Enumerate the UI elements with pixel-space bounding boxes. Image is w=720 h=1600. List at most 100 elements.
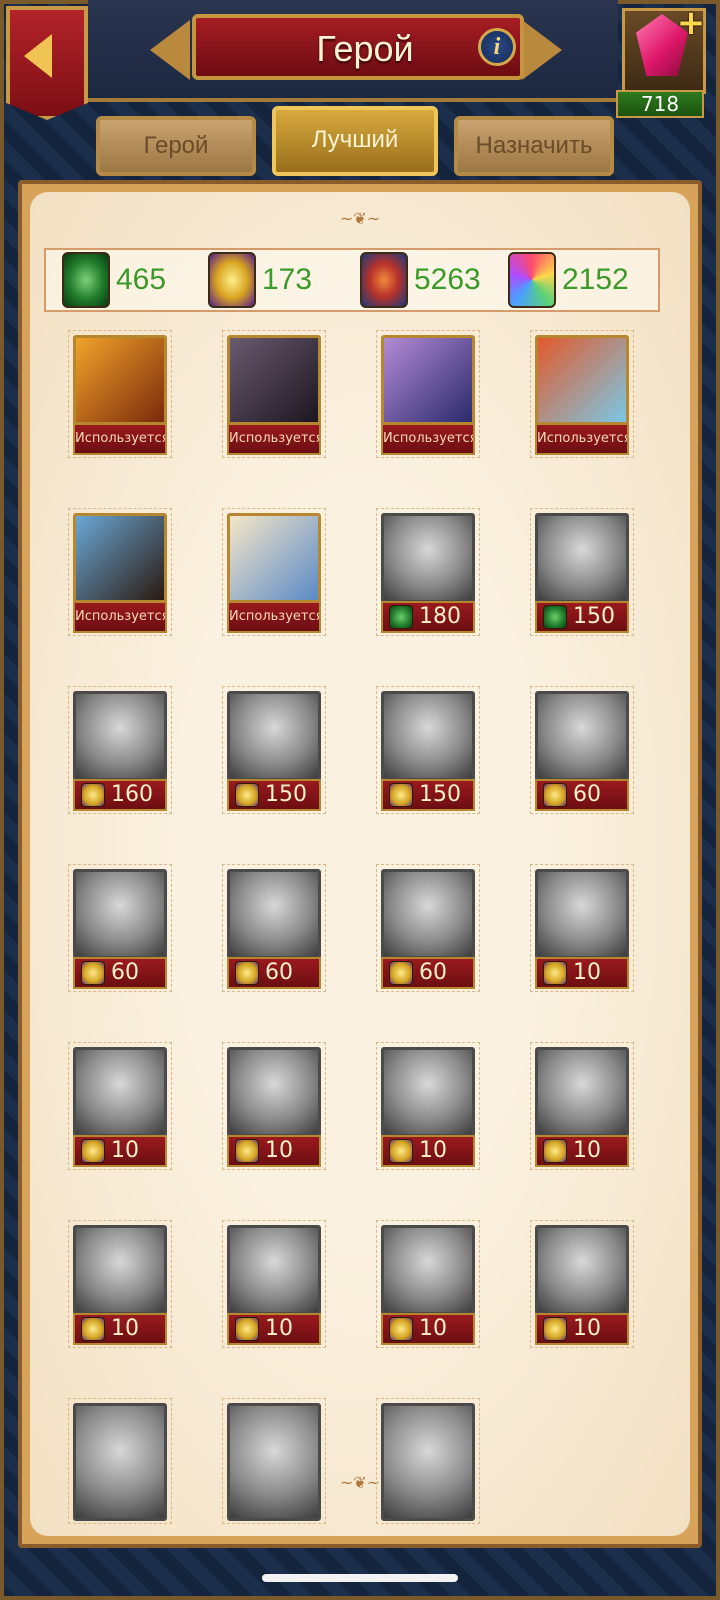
- skill-card[interactable]: 10: [530, 864, 634, 992]
- hero-skill-portrait: [73, 335, 167, 425]
- cost-value: 10: [265, 1316, 293, 1341]
- cost-value: 10: [111, 1138, 139, 1163]
- info-button[interactable]: i: [478, 28, 516, 66]
- cost-value: 10: [419, 1138, 447, 1163]
- locked-skill-portrait: [73, 1403, 167, 1521]
- rainbow-shield-token-icon: [508, 252, 556, 308]
- cost-value: 60: [573, 782, 601, 807]
- cost-label: 10: [381, 1313, 475, 1345]
- home-indicator[interactable]: [262, 1574, 458, 1582]
- skill-card[interactable]: Используется...: [222, 330, 326, 458]
- in-use-label: Используется...: [73, 423, 167, 455]
- page-title: Герой: [316, 28, 414, 69]
- resource-item: 173: [208, 252, 348, 310]
- locked-skill-portrait: [535, 1225, 629, 1315]
- skill-card[interactable]: 10: [68, 1220, 172, 1348]
- skill-card[interactable]: Используется...: [68, 508, 172, 636]
- skill-card[interactable]: Используется...: [68, 330, 172, 458]
- skill-card[interactable]: [68, 1398, 172, 1524]
- locked-skill-portrait: [73, 1225, 167, 1315]
- locked-skill-portrait: [73, 691, 167, 781]
- add-gems-icon[interactable]: +: [676, 6, 706, 40]
- skill-card[interactable]: 10: [376, 1042, 480, 1170]
- gold-shield-token-icon: [81, 961, 105, 985]
- back-arrow-icon: [24, 34, 52, 78]
- cost-value: 60: [265, 960, 293, 985]
- resource-value: 2152: [562, 263, 629, 296]
- skill-card[interactable]: 60: [222, 864, 326, 992]
- tab-best-skill[interactable]: Лучший Навык: [272, 106, 438, 213]
- skill-card[interactable]: 10: [530, 1042, 634, 1170]
- locked-skill-portrait: [381, 869, 475, 959]
- locked-skill-portrait: [535, 1047, 629, 1137]
- title-ornament-right: [522, 20, 562, 80]
- skill-card[interactable]: 10: [222, 1042, 326, 1170]
- cost-label: 150: [381, 779, 475, 811]
- in-use-label: Используется...: [73, 601, 167, 633]
- skill-card[interactable]: 150: [222, 686, 326, 814]
- locked-skill-portrait: [381, 1047, 475, 1137]
- green-shield-token-icon: [543, 605, 567, 629]
- locked-skill-portrait: [535, 869, 629, 959]
- locked-skill-portrait: [73, 869, 167, 959]
- cost-value: 160: [111, 782, 153, 807]
- cost-label: 10: [535, 1313, 629, 1345]
- cost-label: 160: [73, 779, 167, 811]
- cost-value: 150: [573, 604, 615, 629]
- cost-value: 10: [419, 1316, 447, 1341]
- resource-value: 173: [262, 263, 313, 296]
- cost-label: 10: [535, 1135, 629, 1167]
- cost-value: 60: [419, 960, 447, 985]
- in-use-label: Используется...: [381, 423, 475, 455]
- gold-shield-token-icon: [389, 961, 413, 985]
- cost-label: 60: [535, 779, 629, 811]
- resource-value: 5263: [414, 263, 481, 296]
- skill-card[interactable]: 160: [68, 686, 172, 814]
- title-ornament-left: [150, 20, 190, 80]
- gold-shield-token-icon: [235, 961, 259, 985]
- skill-card[interactable]: [222, 1398, 326, 1524]
- skill-card[interactable]: Используется...: [376, 330, 480, 458]
- cost-label: 180: [381, 601, 475, 633]
- skill-card[interactable]: [376, 1398, 480, 1524]
- skill-card[interactable]: 150: [376, 686, 480, 814]
- skill-card[interactable]: 150: [530, 508, 634, 636]
- skill-card[interactable]: Используется...: [222, 508, 326, 636]
- skill-card[interactable]: 60: [68, 864, 172, 992]
- cost-label: 10: [381, 1135, 475, 1167]
- gold-shield-token-icon: [235, 1317, 259, 1341]
- locked-skill-portrait: [381, 513, 475, 603]
- skill-card[interactable]: 10: [68, 1042, 172, 1170]
- locked-skill-portrait: [227, 1225, 321, 1315]
- tab-assign[interactable]: Назначить: [454, 116, 614, 176]
- hero-skill-portrait: [381, 335, 475, 425]
- gold-shield-token-icon: [208, 252, 256, 308]
- cost-label: 150: [535, 601, 629, 633]
- gold-shield-token-icon: [81, 1317, 105, 1341]
- in-use-label: Используется...: [535, 423, 629, 455]
- cost-label: 60: [227, 957, 321, 989]
- in-use-text: Используется...: [229, 431, 319, 446]
- cost-label: 60: [381, 957, 475, 989]
- cost-value: 10: [265, 1138, 293, 1163]
- skill-card[interactable]: 10: [530, 1220, 634, 1348]
- green-shield-token-icon: [389, 605, 413, 629]
- cost-value: 10: [573, 1138, 601, 1163]
- cost-value: 10: [111, 1316, 139, 1341]
- skill-card[interactable]: Используется...: [530, 330, 634, 458]
- skill-card[interactable]: 180: [376, 508, 480, 636]
- skill-card[interactable]: 10: [222, 1220, 326, 1348]
- skill-card[interactable]: 10: [376, 1220, 480, 1348]
- hero-skill-portrait: [535, 335, 629, 425]
- hero-skill-portrait: [227, 335, 321, 425]
- skill-card[interactable]: 60: [376, 864, 480, 992]
- gold-shield-token-icon: [389, 783, 413, 807]
- gem-count: 718: [616, 90, 704, 118]
- cost-label: 10: [227, 1313, 321, 1345]
- cost-value: 150: [265, 782, 307, 807]
- cost-value: 10: [573, 1316, 601, 1341]
- gold-shield-token-icon: [389, 1317, 413, 1341]
- skill-card[interactable]: 60: [530, 686, 634, 814]
- tab-hero[interactable]: Герой: [96, 116, 256, 176]
- in-use-text: Используется...: [75, 431, 165, 446]
